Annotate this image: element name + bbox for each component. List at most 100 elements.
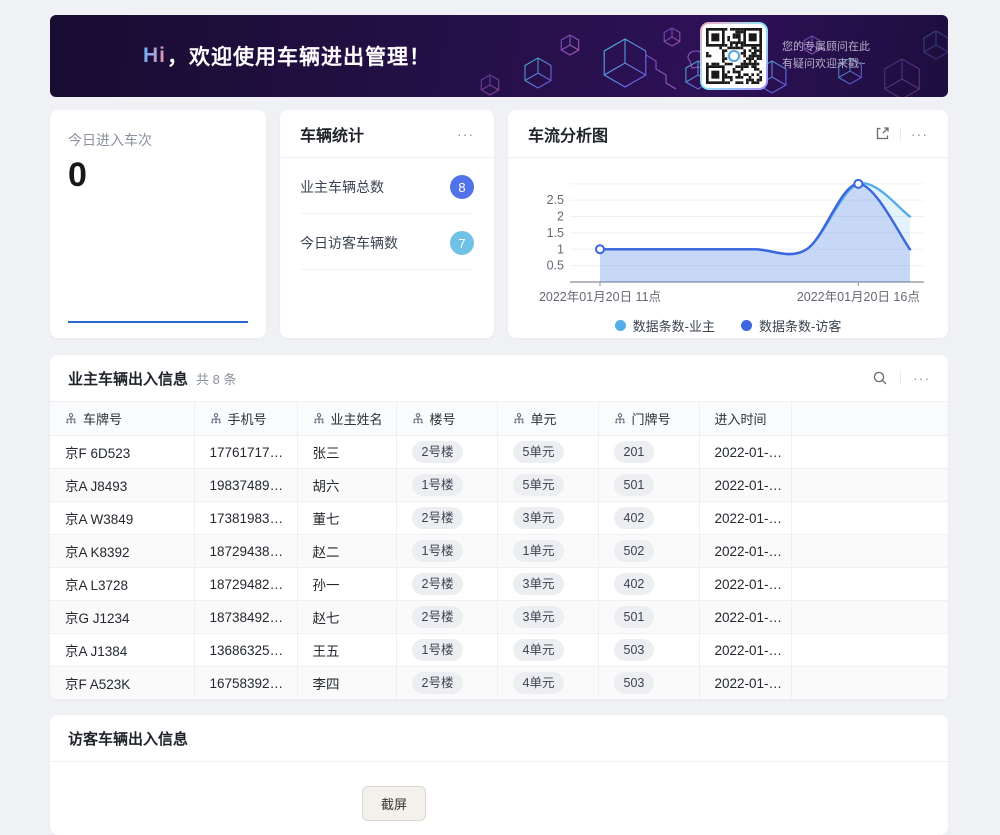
cell-building: 2号楼 bbox=[396, 601, 497, 634]
cell-phone: 17381983… bbox=[194, 502, 297, 535]
tag-pill: 2号楼 bbox=[412, 441, 464, 462]
tag-pill: 201 bbox=[614, 441, 655, 462]
qr-caption-line2: 有疑问欢迎来戳~ bbox=[782, 56, 870, 73]
cell-door: 502 bbox=[598, 535, 699, 568]
table-row[interactable]: 京A L372818729482…孙一2号楼3单元4022022-01-… bbox=[50, 568, 948, 601]
svg-text:0.5: 0.5 bbox=[547, 259, 564, 273]
tag-pill: 502 bbox=[614, 540, 655, 561]
cell-name: 李四 bbox=[297, 667, 396, 700]
owner-table-count: 共 8 条 bbox=[196, 369, 236, 388]
table-row[interactable]: 京F A523K16758392…李四2号楼4单元5032022-01-… bbox=[50, 667, 948, 700]
table-row[interactable]: 京G J123418738492…赵七2号楼3单元5012022-01-… bbox=[50, 601, 948, 634]
cell-building: 1号楼 bbox=[396, 469, 497, 502]
qr-caption: 您的专属顾问在此 有疑问欢迎来戳~ bbox=[782, 39, 870, 73]
tag-pill: 1单元 bbox=[513, 540, 565, 561]
cell-door: 501 bbox=[598, 469, 699, 502]
owner-table-menu-icon[interactable]: ··· bbox=[913, 371, 930, 385]
tag-pill: 402 bbox=[614, 573, 655, 594]
cell-name: 赵七 bbox=[297, 601, 396, 634]
legend-label-visitor: 数据条数-访客 bbox=[759, 316, 841, 335]
cell-name: 孙一 bbox=[297, 568, 396, 601]
cell-building: 1号楼 bbox=[396, 535, 497, 568]
cell-building: 2号楼 bbox=[396, 568, 497, 601]
column-header-time[interactable]: 进入时间 bbox=[699, 402, 791, 436]
column-label: 业主姓名 bbox=[331, 409, 383, 428]
today-entries-value: 0 bbox=[68, 156, 248, 195]
cell-plate: 京F 6D523 bbox=[50, 436, 194, 469]
cell-unit: 5单元 bbox=[497, 436, 598, 469]
cell-blank bbox=[791, 634, 948, 667]
stats-item-owner-total: 业主车辆总数 8 bbox=[300, 158, 474, 214]
legend-label-owner: 数据条数-业主 bbox=[633, 316, 715, 335]
tag-pill: 501 bbox=[614, 474, 655, 495]
table-row[interactable]: 京A W384917381983…董七2号楼3单元4022022-01-… bbox=[50, 502, 948, 535]
cell-blank bbox=[791, 667, 948, 700]
legend-dot-visitor bbox=[741, 320, 752, 331]
today-entries-card: 今日进入车次 0 bbox=[50, 110, 266, 338]
field-type-icon bbox=[412, 413, 424, 425]
tag-pill: 503 bbox=[614, 672, 655, 693]
column-header-blank bbox=[791, 402, 948, 436]
stat-accent-line bbox=[68, 321, 248, 323]
cell-unit: 4单元 bbox=[497, 667, 598, 700]
tag-pill: 5单元 bbox=[513, 474, 565, 495]
cell-plate: 京A J8493 bbox=[50, 469, 194, 502]
cell-name: 赵二 bbox=[297, 535, 396, 568]
stats-item-label: 今日访客车辆数 bbox=[300, 233, 398, 253]
cell-phone: 18729438… bbox=[194, 535, 297, 568]
cell-door: 402 bbox=[598, 502, 699, 535]
open-in-new-icon[interactable] bbox=[875, 126, 890, 141]
legend-item-owner[interactable]: 数据条数-业主 bbox=[615, 316, 715, 335]
cell-plate: 京A K8392 bbox=[50, 535, 194, 568]
column-header-unit[interactable]: 单元 bbox=[497, 402, 598, 436]
svg-text:2022年01月20日 16点: 2022年01月20日 16点 bbox=[797, 290, 920, 304]
column-label: 门牌号 bbox=[632, 409, 671, 428]
cell-unit: 1单元 bbox=[497, 535, 598, 568]
cell-time: 2022-01-… bbox=[699, 502, 791, 535]
column-header-name[interactable]: 业主姓名 bbox=[297, 402, 396, 436]
qr-caption-line1: 您的专属顾问在此 bbox=[782, 39, 870, 56]
screenshot-button[interactable]: 截屏 bbox=[362, 786, 426, 821]
tag-pill: 501 bbox=[614, 606, 655, 627]
cell-unit: 3单元 bbox=[497, 601, 598, 634]
tag-pill: 4单元 bbox=[513, 672, 565, 693]
legend-dot-owner bbox=[615, 320, 626, 331]
vehicle-stats-title: 车辆统计 bbox=[300, 122, 364, 146]
dashboard-page: Hi ，欢迎使用车辆进出管理！ 您的专属顾问在此 有疑问欢迎来戳~ 今日进入车次… bbox=[0, 0, 1000, 835]
cell-name: 张三 bbox=[297, 436, 396, 469]
cell-name: 王五 bbox=[297, 634, 396, 667]
column-header-phone[interactable]: 手机号 bbox=[194, 402, 297, 436]
qr-code-image bbox=[706, 28, 762, 84]
tag-pill: 503 bbox=[614, 639, 655, 660]
column-header-door[interactable]: 门牌号 bbox=[598, 402, 699, 436]
column-header-plate[interactable]: 车牌号 bbox=[50, 402, 194, 436]
column-header-building[interactable]: 楼号 bbox=[396, 402, 497, 436]
tag-pill: 2号楼 bbox=[412, 507, 464, 528]
cell-door: 201 bbox=[598, 436, 699, 469]
search-icon[interactable] bbox=[872, 370, 888, 386]
table-row[interactable]: 京F 6D52317761717…张三2号楼5单元2012022-01-… bbox=[50, 436, 948, 469]
cell-building: 2号楼 bbox=[396, 667, 497, 700]
table-row[interactable]: 京A K839218729438…赵二1号楼1单元5022022-01-… bbox=[50, 535, 948, 568]
legend-item-visitor[interactable]: 数据条数-访客 bbox=[741, 316, 841, 335]
svg-text:1: 1 bbox=[557, 242, 564, 256]
owner-table-head-row: 车牌号 手机号 业主姓名楼号单元 门牌号 进入时间 bbox=[50, 402, 948, 436]
banner-greeting: Hi ，欢迎使用车辆进出管理！ bbox=[143, 15, 431, 97]
cell-time: 2022-01-… bbox=[699, 634, 791, 667]
column-label: 车牌号 bbox=[83, 409, 122, 428]
tag-pill: 1号楼 bbox=[412, 639, 464, 660]
cell-blank bbox=[791, 436, 948, 469]
cell-phone: 18729482… bbox=[194, 568, 297, 601]
qr-code bbox=[702, 24, 766, 88]
stats-item-badge: 7 bbox=[450, 231, 474, 255]
svg-text:2: 2 bbox=[557, 210, 564, 224]
traffic-chart-menu-icon[interactable]: ··· bbox=[911, 127, 928, 141]
vehicle-stats-menu-icon[interactable]: ··· bbox=[457, 127, 474, 141]
icon-divider bbox=[900, 127, 901, 141]
cell-door: 503 bbox=[598, 667, 699, 700]
cell-building: 2号楼 bbox=[396, 502, 497, 535]
tag-pill: 2号楼 bbox=[412, 573, 464, 594]
table-row[interactable]: 京A J849319837489…胡六1号楼5单元5012022-01-… bbox=[50, 469, 948, 502]
field-type-icon bbox=[65, 413, 77, 425]
table-row[interactable]: 京A J138413686325…王五1号楼4单元5032022-01-… bbox=[50, 634, 948, 667]
